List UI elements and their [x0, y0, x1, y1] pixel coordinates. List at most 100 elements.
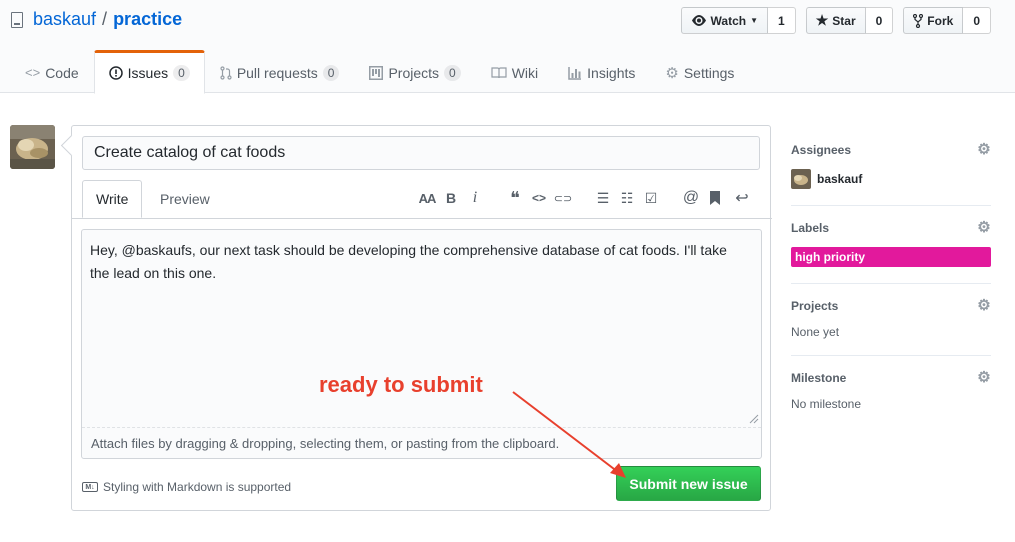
milestone-value: No milestone [791, 397, 862, 411]
book-icon [491, 66, 507, 78]
heading-icon[interactable]: AA [416, 188, 438, 208]
markdown-hint-text: Styling with Markdown is supported [103, 480, 292, 494]
watch-label: Watch [710, 13, 747, 28]
projects-count: 0 [444, 64, 461, 81]
fork-icon [913, 13, 924, 28]
tab-settings-label: Settings [683, 64, 735, 81]
tab-preview[interactable]: Preview [147, 180, 223, 218]
repo-name-link[interactable]: practice [113, 9, 182, 30]
graph-icon [568, 66, 582, 80]
repo-actions: Watch ▼ 1 ★ Star 0 Fork 0 [680, 7, 991, 34]
label-high-priority[interactable]: high priority [791, 247, 991, 267]
avatar[interactable] [10, 125, 55, 169]
markdown-icon: M↓ [82, 482, 98, 492]
pull-requests-count: 0 [322, 64, 340, 81]
projects-heading-text: Projects [791, 299, 839, 313]
code-icon: <> [25, 65, 41, 80]
tab-projects-label: Projects [388, 64, 440, 81]
assignees-heading-text: Assignees [791, 143, 852, 157]
repo-header: baskauf / practice Watch ▼ 1 ★ Star 0 Fo… [0, 0, 1015, 94]
tab-insights-label: Insights [587, 64, 636, 81]
sidebar-projects: Projects ⚙ None yet [791, 298, 991, 356]
bookmark-icon[interactable] [704, 188, 726, 208]
tab-insights[interactable]: Insights [553, 50, 650, 93]
comment-body[interactable]: Hey, @baskaufs, our next task should be … [72, 218, 772, 459]
gear-icon[interactable]: ⚙ [977, 370, 991, 385]
fork-button[interactable]: Fork [903, 7, 964, 34]
tab-settings[interactable]: ⚙ Settings [650, 50, 749, 93]
gear-icon[interactable]: ⚙ [977, 298, 991, 313]
gear-icon[interactable]: ⚙ [977, 220, 991, 235]
tab-wiki[interactable]: Wiki [476, 50, 553, 93]
assignee-item[interactable]: baskauf [791, 169, 991, 189]
code-icon[interactable]: <> [528, 188, 550, 208]
watch-count[interactable]: 1 [768, 7, 796, 34]
markdown-toolbar: AA B i ❝ <> ⊂⊃ ☰ ☷ ☑ @ ↩ [414, 188, 756, 208]
pull-request-icon [220, 65, 232, 80]
italic-icon[interactable]: i [464, 188, 486, 208]
tab-pull-requests-label: Pull requests [236, 64, 318, 81]
star-count[interactable]: 0 [865, 7, 894, 34]
sidebar-assignees: Assignees ⚙ baskauf [791, 142, 991, 206]
chevron-down-icon: ▼ [750, 16, 759, 25]
tab-code-label: Code [45, 64, 79, 81]
tab-issues[interactable]: Issues 0 [93, 50, 205, 94]
repo-separator: / [102, 9, 108, 29]
milestone-heading[interactable]: Milestone ⚙ [791, 370, 991, 386]
project-icon [369, 65, 384, 80]
assignee-name: baskauf [817, 172, 863, 186]
labels-heading[interactable]: Labels ⚙ [791, 220, 991, 236]
star-button[interactable]: ★ Star [805, 7, 866, 34]
avatar [791, 169, 811, 189]
quote-icon[interactable]: ❝ [504, 188, 526, 208]
star-label: Star [832, 13, 856, 28]
gear-icon: ⚙ [665, 64, 679, 82]
tab-projects[interactable]: Projects 0 [354, 50, 475, 93]
comment-tabs: Write Preview AA B i ❝ <> ⊂⊃ ☰ ☷ ☑ @ ↩ [82, 180, 760, 218]
repo-title: baskauf / practice [11, 9, 182, 30]
fork-count[interactable]: 0 [963, 7, 991, 34]
issues-count: 0 [173, 65, 190, 81]
milestone-heading-text: Milestone [791, 371, 847, 385]
fork-group: Fork 0 [903, 7, 991, 34]
assignees-heading[interactable]: Assignees ⚙ [791, 142, 991, 158]
tab-pull-requests[interactable]: Pull requests 0 [205, 50, 355, 93]
issue-sidebar: Assignees ⚙ baskauf Labels ⚙ high priori… [791, 133, 991, 441]
tab-code[interactable]: <> Code [10, 50, 94, 93]
new-issue-form: Create catalog of cat foods Write Previe… [71, 125, 772, 511]
tab-issues-label: Issues [127, 65, 169, 81]
task-list-icon[interactable]: ☑ [640, 188, 662, 208]
projects-heading[interactable]: Projects ⚙ [791, 298, 991, 314]
mention-icon[interactable]: @ [680, 188, 702, 208]
annotation-arrow-icon [512, 391, 626, 478]
sidebar-milestone: Milestone ⚙ No milestone [791, 370, 991, 427]
star-group: ★ Star 0 [805, 7, 894, 34]
issue-icon [108, 66, 123, 80]
repo-icon [11, 11, 23, 28]
bold-icon[interactable]: B [440, 188, 462, 208]
ordered-list-icon[interactable]: ☷ [616, 188, 638, 208]
tabnav-divider [72, 218, 772, 219]
file-attach-bar[interactable]: Attach files by dragging & dropping, sel… [82, 427, 761, 458]
comment-textarea[interactable]: Hey, @baskaufs, our next task should be … [90, 239, 750, 285]
resize-handle[interactable] [747, 412, 759, 424]
eye-icon [691, 15, 706, 26]
watch-button[interactable]: Watch ▼ [680, 7, 769, 34]
repo-owner-link[interactable]: baskauf [33, 9, 96, 30]
issue-title-input[interactable]: Create catalog of cat foods [82, 136, 760, 170]
reply-icon[interactable]: ↩ [728, 188, 756, 208]
gear-icon[interactable]: ⚙ [977, 142, 991, 157]
repo-nav: <> Code Issues 0 Pull requests 0 Project… [10, 50, 749, 94]
projects-value: None yet [791, 325, 840, 339]
avatar-image [10, 125, 55, 169]
sidebar-labels: Labels ⚙ high priority [791, 220, 991, 284]
labels-heading-text: Labels [791, 221, 830, 235]
tab-write[interactable]: Write [82, 180, 143, 218]
watch-group: Watch ▼ 1 [680, 7, 796, 34]
link-icon[interactable]: ⊂⊃ [552, 188, 574, 208]
star-icon: ★ [815, 12, 829, 28]
annotation-text: ready to submit [319, 372, 483, 397]
unordered-list-icon[interactable]: ☰ [592, 188, 614, 208]
markdown-hint[interactable]: M↓ Styling with Markdown is supported [82, 480, 291, 494]
fork-label: Fork [927, 13, 954, 28]
